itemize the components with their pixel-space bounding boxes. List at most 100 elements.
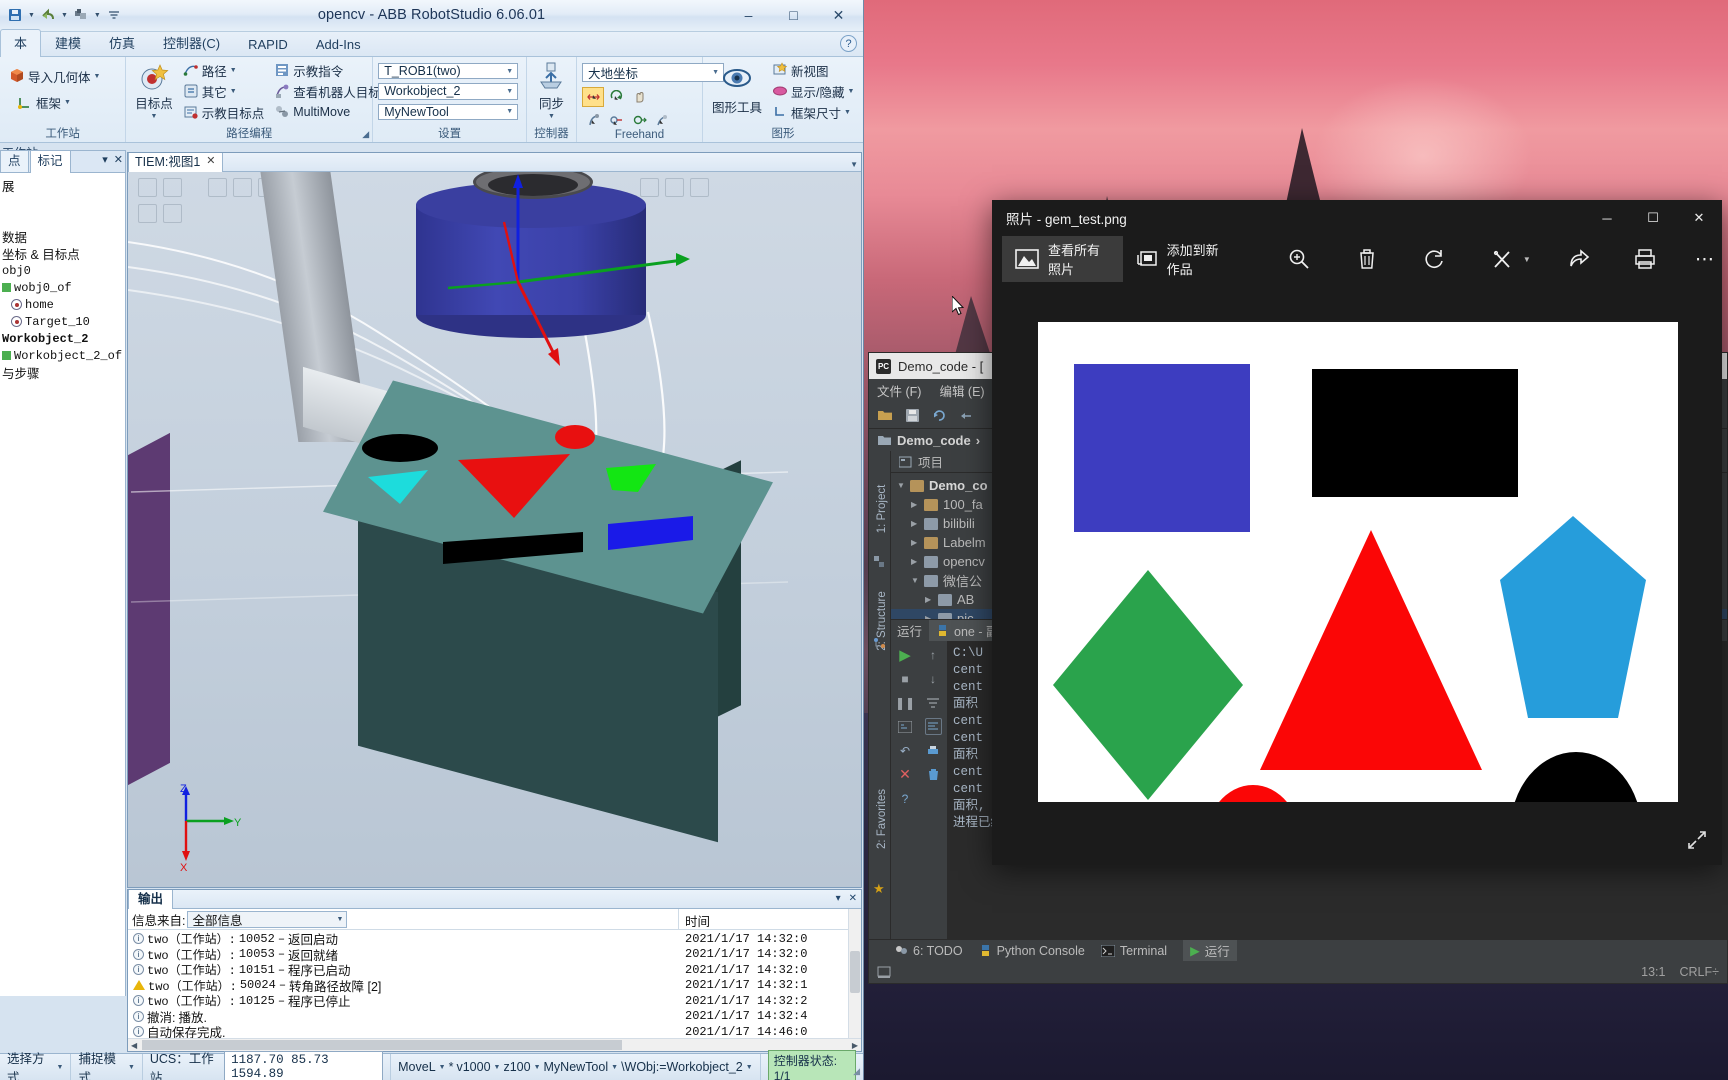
tree-item[interactable]: 与步骤 xyxy=(0,364,125,381)
close-icon[interactable]: ✕ xyxy=(897,766,914,783)
save-icon[interactable] xyxy=(905,408,920,423)
chevron-down-icon[interactable]: ▼ xyxy=(911,576,919,585)
chevron-down-icon[interactable]: ▼ xyxy=(128,1064,135,1071)
controller-status[interactable]: 控制器状态: 1/1 xyxy=(761,1049,863,1080)
status-left-icon[interactable] xyxy=(877,965,891,979)
zoom-button[interactable] xyxy=(1282,236,1316,282)
trash-icon[interactable] xyxy=(925,766,942,783)
target-point-button[interactable]: 目标点 ▼ xyxy=(131,60,177,122)
motion-target[interactable]: * xyxy=(449,1060,454,1074)
motion-tool[interactable]: MyNewTool xyxy=(544,1060,609,1074)
console-icon[interactable] xyxy=(897,718,914,735)
scroll-left-icon[interactable]: ◀ xyxy=(128,1041,140,1050)
photo-image-canvas[interactable] xyxy=(1038,322,1678,802)
structure-icon[interactable] xyxy=(873,555,886,568)
motion-type[interactable]: MoveL xyxy=(398,1060,436,1074)
motion-speed[interactable]: v1000 xyxy=(456,1060,490,1074)
show-hide-button[interactable]: 显示/隐藏 ▼ xyxy=(768,81,858,101)
filter-icon[interactable] xyxy=(925,694,942,711)
pause-icon[interactable]: ❚❚ xyxy=(895,694,915,711)
chevron-down-icon[interactable]: ▼ xyxy=(439,1064,446,1071)
viewport-tab[interactable]: TIEM:视图1 ✕ xyxy=(128,153,223,172)
import-geometry-button[interactable]: 导入几何体 ▼ xyxy=(5,66,104,86)
output-row[interactable]: i 自动保存完成. 2021/1/17 14:46:0 xyxy=(128,1024,848,1038)
tree-item[interactable]: Workobject_2 xyxy=(0,330,125,347)
sync-icon[interactable] xyxy=(932,408,947,423)
chevron-down-icon[interactable]: ▼ xyxy=(506,68,515,75)
snap-mode-status[interactable]: 捕捉模式 ▼ xyxy=(71,1052,143,1080)
ribbon-tab-modeling[interactable]: 建模 xyxy=(41,29,95,56)
bottom-tab-run[interactable]: ▶ 运行 xyxy=(1183,940,1237,961)
resize-grip-icon[interactable]: ◢ xyxy=(853,1066,860,1077)
frame-button[interactable]: 框架 ▼ xyxy=(5,92,104,112)
new-view-button[interactable]: 新视图 xyxy=(768,60,858,80)
jog-linear-icon[interactable] xyxy=(605,110,627,130)
menu-file[interactable]: 文件 (F) xyxy=(877,381,921,400)
chevron-right-icon[interactable]: ▶ xyxy=(911,557,919,566)
viewport-tab-overflow-icon[interactable]: ▼ xyxy=(850,160,858,169)
print-button[interactable] xyxy=(1628,236,1662,282)
multimove-button[interactable]: MultiMove xyxy=(270,102,385,122)
minimize-button[interactable]: – xyxy=(726,0,771,30)
close-button[interactable]: ✕ xyxy=(816,0,861,30)
other-button[interactable]: 其它 ▼ xyxy=(179,81,269,101)
tree-item[interactable]: 坐标 & 目标点 xyxy=(0,245,125,262)
chevron-down-icon[interactable]: ▼ xyxy=(337,916,344,923)
rotate-button[interactable] xyxy=(1418,236,1452,282)
panel-dropdown-icon[interactable]: ▾ xyxy=(836,893,841,904)
chevron-right-icon[interactable]: ▶ xyxy=(911,538,919,547)
chevron-down-icon[interactable]: ▼ xyxy=(57,1064,64,1071)
output-filter-select[interactable]: 全部信息 ▼ xyxy=(187,910,348,928)
open-folder-icon[interactable] xyxy=(877,408,893,422)
chevron-right-icon[interactable]: ▶ xyxy=(911,500,919,509)
chevron-down-icon[interactable]: ▼ xyxy=(848,88,855,95)
print-icon[interactable] xyxy=(925,742,942,759)
more-button[interactable]: ⋯ xyxy=(1688,236,1722,282)
chevron-right-icon[interactable]: ▶ xyxy=(925,595,933,604)
chevron-down-icon[interactable]: ▼ xyxy=(494,1064,501,1071)
chevron-down-icon[interactable]: ▼ xyxy=(151,113,158,120)
tree-item[interactable]: wobj0_of xyxy=(0,279,125,296)
menu-edit[interactable]: 编辑 (E) xyxy=(939,381,984,400)
panel-close-icon[interactable]: ✕ xyxy=(849,893,857,904)
expand-arrows-icon[interactable] xyxy=(1686,829,1708,851)
ribbon-tab-rapid[interactable]: RAPID xyxy=(234,33,302,56)
left-panel-tab-points[interactable]: 点 xyxy=(0,151,29,172)
jog-reorient-icon[interactable] xyxy=(628,110,650,130)
tree-item[interactable]: 展 xyxy=(0,177,125,194)
breadcrumb-project[interactable]: Demo_code xyxy=(897,433,971,448)
chevron-down-icon[interactable]: ▼ xyxy=(611,1064,618,1071)
output-vertical-scrollbar[interactable] xyxy=(848,909,861,1038)
workobject-combo[interactable]: Workobject_2 ▼ xyxy=(378,83,519,100)
scroll-to-end-icon[interactable] xyxy=(924,718,942,735)
chevron-down-icon[interactable]: ▼ xyxy=(844,109,851,116)
bottom-tab-todo[interactable]: 6: TODO xyxy=(895,944,963,958)
ribbon-tab-controller[interactable]: 控制器(C) xyxy=(149,29,234,56)
rotate-icon[interactable] xyxy=(605,87,627,107)
graphics-tools-button[interactable]: 图形工具 xyxy=(708,60,766,122)
jog-joint-icon[interactable] xyxy=(582,110,604,130)
frame-size-button[interactable]: 框架尺寸 ▼ xyxy=(768,102,858,122)
move-icon[interactable] xyxy=(582,87,604,107)
tree-item[interactable]: home xyxy=(0,296,125,313)
chevron-down-icon[interactable]: ▼ xyxy=(506,108,515,115)
ribbon-tab-addins[interactable]: Add-Ins xyxy=(302,33,375,56)
rerun-icon[interactable]: ▶ xyxy=(897,646,914,664)
maximize-button[interactable]: □ xyxy=(771,0,816,30)
bottom-tab-python-console[interactable]: Python Console xyxy=(979,944,1085,958)
help-icon[interactable]: ? xyxy=(897,790,914,807)
caret-position[interactable]: 13:1 xyxy=(1641,965,1665,979)
close-button[interactable]: ✕ xyxy=(1676,200,1722,236)
left-panel-tab-markers[interactable]: 标记 xyxy=(29,151,71,173)
chevron-down-icon[interactable]: ▼ xyxy=(746,1064,753,1071)
add-to-creation-button[interactable]: 添加到新作品 xyxy=(1123,236,1242,282)
motion-zone[interactable]: z100 xyxy=(503,1060,530,1074)
tool-combo[interactable]: MyNewTool ▼ xyxy=(378,103,519,120)
ribbon-tab-simulation[interactable]: 仿真 xyxy=(95,29,149,56)
chevron-down-icon[interactable]: ▼ xyxy=(94,73,101,80)
view-all-photos-button[interactable]: 查看所有照片 xyxy=(1002,236,1123,282)
bottom-tab-terminal[interactable]: Terminal xyxy=(1100,944,1167,958)
output-horizontal-scrollbar[interactable]: ◀ ▶ xyxy=(128,1038,861,1051)
delete-button[interactable] xyxy=(1350,236,1384,282)
chevron-down-icon[interactable]: ▼ xyxy=(230,67,237,74)
